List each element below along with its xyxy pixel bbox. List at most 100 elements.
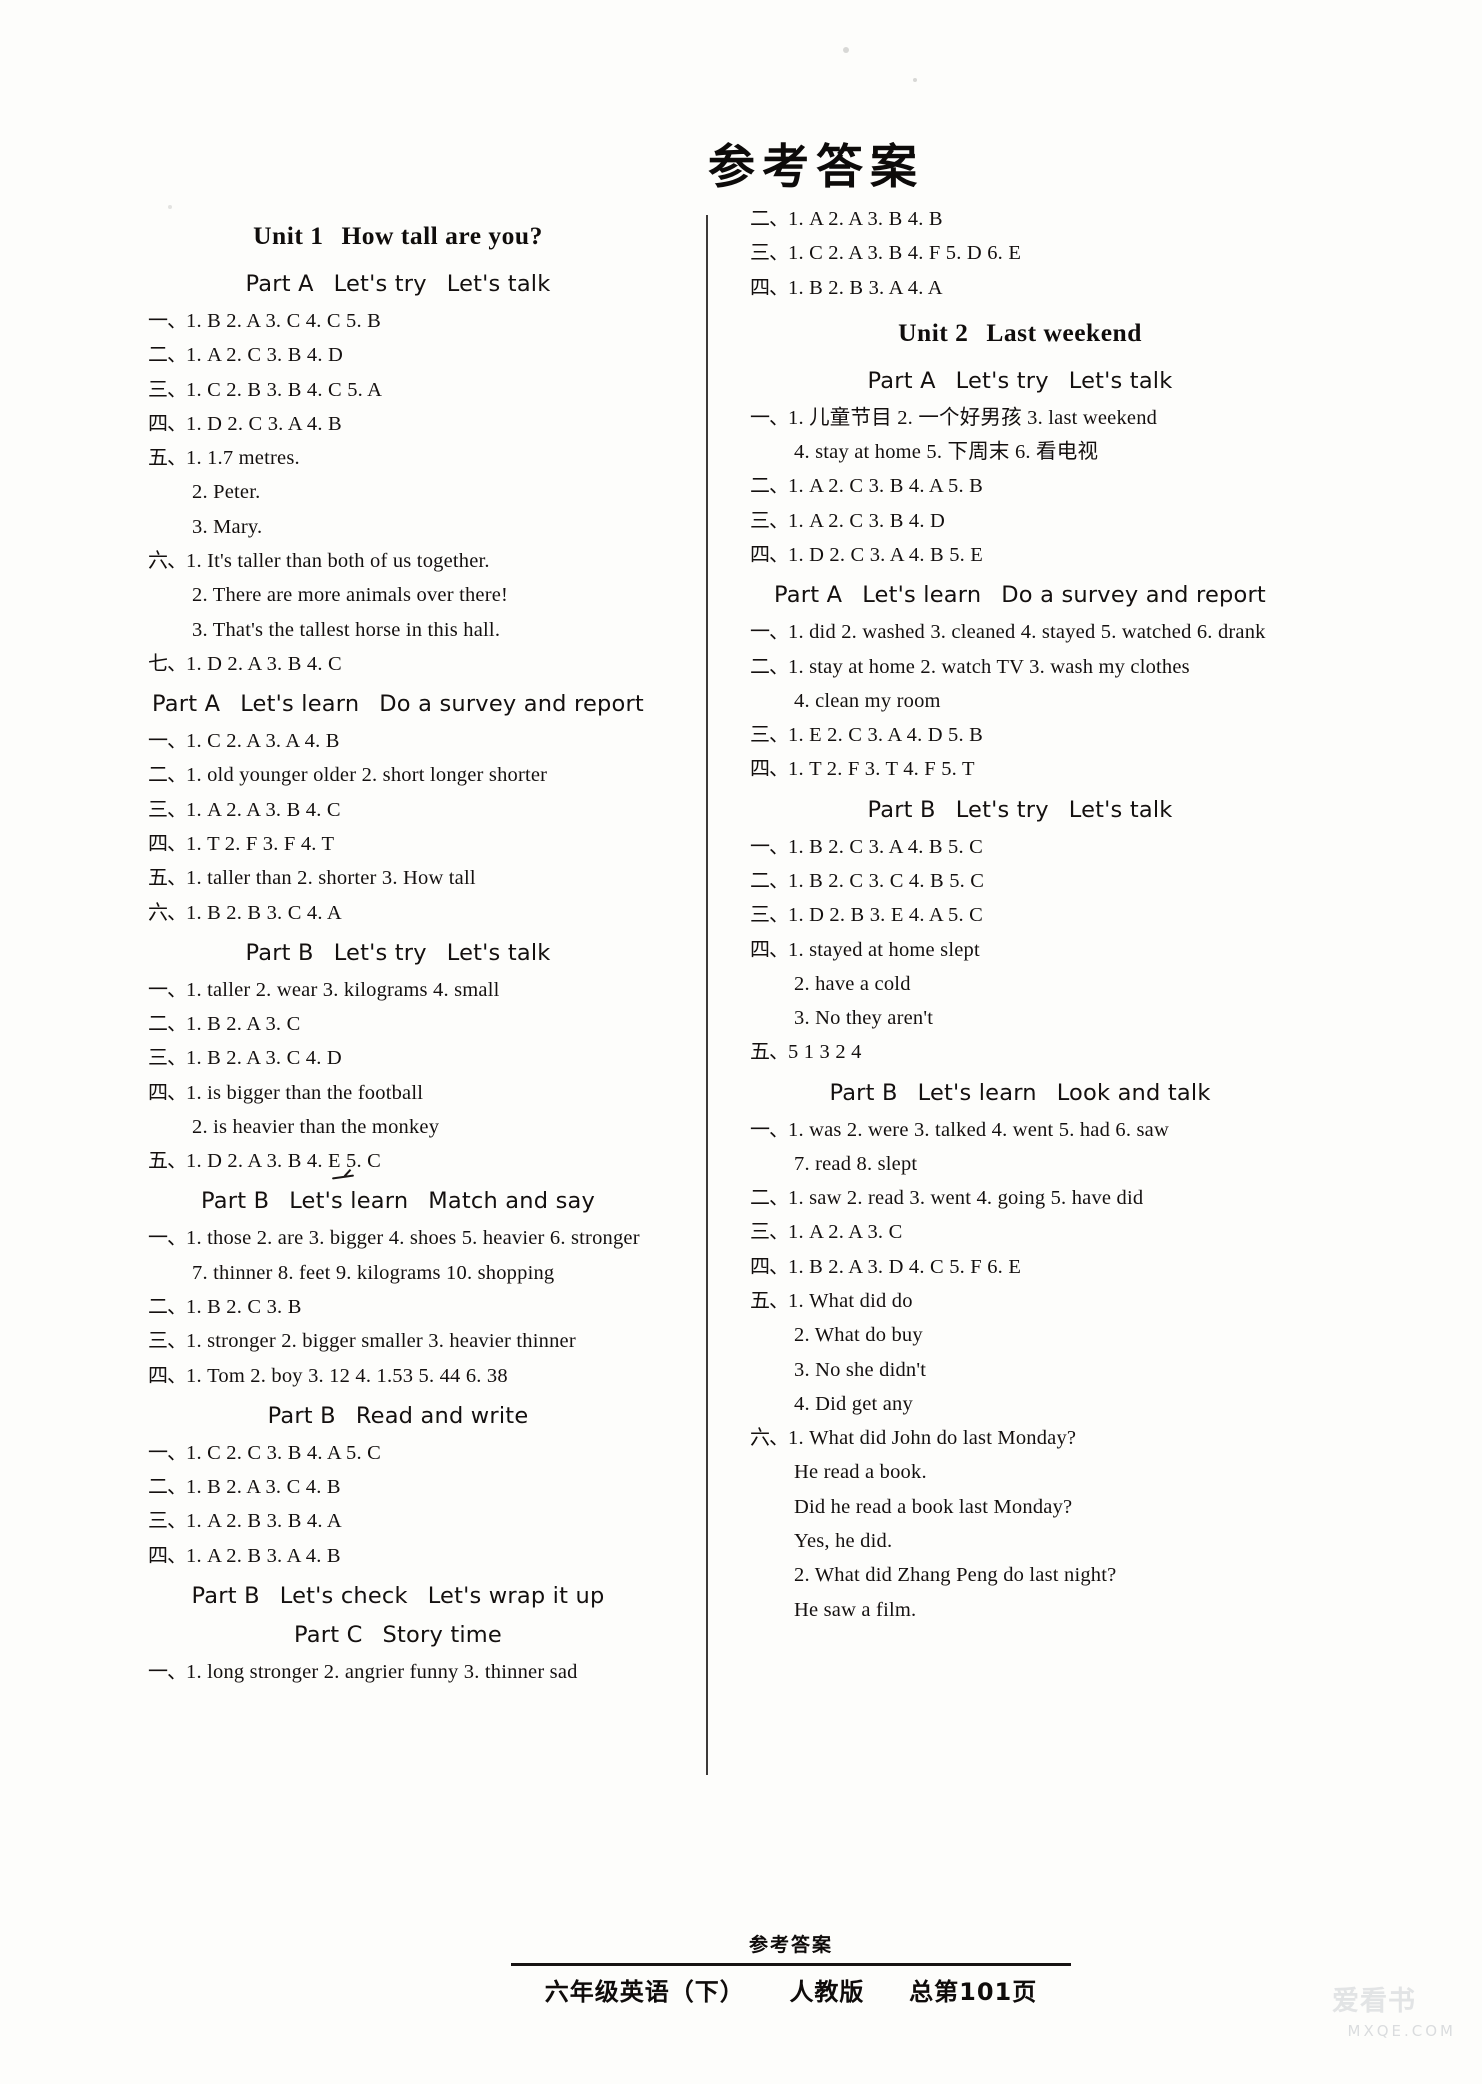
answer-marker: 五、	[750, 1288, 789, 1313]
answer-marker: 二、	[148, 762, 187, 787]
answer-line: 一、1. those 2. are 3. bigger 4. shoes 5. …	[148, 1224, 648, 1252]
answer-line: 六、1. B 2. B 3. C 4. A	[148, 899, 648, 927]
answer-marker: 四、	[750, 274, 789, 299]
part-heading: Part B Let's try Let's talk	[148, 940, 648, 966]
answer-marker: 六、	[148, 899, 187, 924]
answer-text: 2. What do buy	[794, 1324, 923, 1347]
answer-line: 4. clean my room	[750, 687, 1290, 715]
unit-heading: Unit 1 How tall are you?	[148, 221, 648, 251]
answer-text: 1. saw 2. read 3. went 4. going 5. have …	[788, 1187, 1144, 1210]
answer-text: 1. Tom 2. boy 3. 12 4. 1.53 5. 44 6. 38	[186, 1364, 508, 1387]
part-heading-segment: Let's talk	[1068, 367, 1173, 394]
answer-line: 五、1. taller than 2. shorter 3. How tall	[148, 864, 648, 892]
answer-line: 二、1. A 2. C 3. B 4. A 5. B	[750, 472, 1290, 500]
answer-text: 1. A 2. A 3. B 4. B	[788, 208, 943, 230]
answer-marker: 一、	[750, 619, 789, 644]
unit-number: Unit 1	[253, 221, 324, 250]
page-title: 参考答案	[708, 140, 924, 195]
answer-columns: Unit 1 How tall are you? Part A Let's try Le…	[148, 205, 1338, 1895]
watermark: 爱看书 MXQE.COM	[1332, 1988, 1456, 2050]
answer-text: 1. B 2. A 3. D 4. C 5. F 6. E	[788, 1255, 1022, 1278]
part-heading-segment: Story time	[382, 1622, 502, 1648]
answer-text: 1. B 2. B 3. C 4. A	[186, 901, 342, 924]
footer-page-number: 总第101页	[909, 1978, 1038, 2006]
part-heading-segment: Let's try	[333, 271, 427, 297]
answer-text: 1. T 2. F 3. F 4. T	[186, 832, 335, 855]
answer-text: 1. C 2. B 3. B 4. C 5. A	[186, 378, 383, 401]
answer-text: 1. A 2. C 3. B 4. D	[788, 509, 945, 532]
answer-line: 三、1. A 2. B 3. B 4. A	[148, 1507, 648, 1535]
part-heading: Part A Let's try Let's talk	[148, 271, 648, 297]
answer-marker: 二、	[750, 653, 789, 678]
answer-text: 1. was 2. were 3. talked 4. went 5. had …	[788, 1118, 1169, 1141]
answer-line: 二、1. A 2. A 3. B 4. B	[750, 205, 1290, 233]
part-heading-segment: Part B	[245, 939, 314, 966]
answer-marker: 二、	[750, 1185, 789, 1210]
answer-line: 一、1. taller 2. wear 3. kilograms 4. smal…	[148, 976, 648, 1004]
answer-text: 2. have a cold	[794, 972, 911, 995]
answer-text: 1. old younger older 2. short longer sho…	[186, 764, 548, 787]
answer-marker: 四、	[148, 1079, 187, 1104]
answer-marker: 五、	[750, 1039, 789, 1064]
answer-text: 7. thinner 8. feet 9. kilograms 10. shop…	[192, 1261, 555, 1284]
answer-text: 1. taller than 2. shorter 3. How tall	[186, 867, 476, 890]
answer-line: 三、1. E 2. C 3. A 4. D 5. B	[750, 721, 1290, 749]
answer-text: 1. is bigger than the football	[186, 1081, 424, 1104]
part-heading-segment: Part B	[191, 1583, 260, 1609]
answer-text: 1. C 2. A 3. B 4. F 5. D 6. E	[788, 242, 1022, 265]
answer-marker: 一、	[750, 1116, 789, 1141]
answer-line: 二、1. A 2. C 3. B 4. D	[148, 341, 648, 369]
answer-marker: 二、	[750, 206, 789, 230]
answer-text: 1. What did do	[788, 1290, 913, 1313]
answer-marker: 二、	[148, 1294, 187, 1319]
unit-heading: Unit 2 Last weekend	[750, 318, 1290, 348]
answer-line: 2. have a cold	[750, 970, 1290, 998]
answer-line: 3. No they aren't	[750, 1004, 1290, 1032]
part-heading-segment: Let's try	[955, 367, 1049, 394]
part-heading: Part B Let's try Let's talk	[750, 797, 1290, 823]
answer-text: 1. D 2. A 3. B 4. C	[186, 652, 342, 675]
answer-text: 1. B 2. A 3. C 4. C 5. B	[186, 310, 382, 332]
answer-marker: 四、	[148, 410, 187, 435]
answer-marker: 三、	[148, 1045, 187, 1070]
answer-text: 1. A 2. C 3. B 4. D	[186, 344, 343, 367]
answer-text: 1. C 2. C 3. B 4. A 5. C	[186, 1441, 382, 1464]
answer-line: 二、1. saw 2. read 3. went 4. going 5. hav…	[750, 1184, 1290, 1212]
right-column: 二、1. A 2. A 3. B 4. B 三、1. C 2. A 3. B 4.…	[750, 205, 1290, 1895]
answer-text: 2. Peter.	[192, 481, 261, 504]
answer-line: 一、1. B 2. C 3. A 4. B 5. C	[750, 833, 1290, 861]
answer-marker: 四、	[750, 1253, 789, 1278]
answer-line: 四、1. T 2. F 3. T 4. F 5. T	[750, 755, 1290, 783]
part-heading-segment: Part B	[829, 1079, 898, 1106]
scan-artifact-dot	[843, 47, 849, 53]
footer-title: 参考答案	[748, 1934, 833, 1956]
answer-marker: 三、	[750, 240, 789, 265]
part-heading: Part C Story time	[148, 1622, 648, 1648]
part-heading-segment: Part C	[294, 1622, 363, 1648]
answer-text: 1. D 2. B 3. E 4. A 5. C	[788, 904, 984, 927]
unit-name: How tall are you?	[341, 221, 543, 250]
answer-text: 1. A 2. B 3. B 4. A	[186, 1510, 342, 1533]
answer-marker: 三、	[148, 376, 187, 401]
part-heading-segment: Let's wrap it up	[427, 1583, 605, 1609]
answer-line: 一、1. B 2. A 3. C 4. C 5. B	[148, 307, 648, 335]
answer-text: 4. stay at home 5. 下周末 6. 看电视	[794, 441, 1099, 464]
answer-text: 1. did 2. washed 3. cleaned 4. stayed 5.…	[788, 621, 1266, 644]
answer-marker: 四、	[750, 541, 789, 566]
answer-text: 2. What did Zhang Peng do last night?	[794, 1564, 1117, 1587]
answer-line: 3. That's the tallest horse in this hall…	[148, 616, 648, 644]
answer-text: He read a book.	[794, 1461, 927, 1484]
footer-meta: 六年级英语（下） 人教版 总第101页	[511, 1972, 1071, 2007]
answer-text: 1. A 2. A 3. C	[788, 1221, 903, 1244]
part-heading: Part B Let's learn Look and talk	[750, 1080, 1290, 1106]
watermark-cn: 爱看书	[1332, 1986, 1416, 2017]
answer-marker: 一、	[148, 728, 187, 753]
part-heading-segment: Part B	[201, 1188, 270, 1215]
answer-line: 四、1. B 2. A 3. D 4. C 5. F 6. E	[750, 1253, 1290, 1281]
footer-grade: 六年级英语（下）	[544, 1978, 745, 2006]
answer-line: He read a book.	[750, 1458, 1290, 1486]
answer-text: 4. Did get any	[794, 1392, 913, 1415]
unit-number: Unit 2	[898, 317, 969, 347]
answer-line: 四、1. D 2. C 3. A 4. B 5. E	[750, 541, 1290, 569]
answer-line: 四、1. A 2. B 3. A 4. B	[148, 1542, 648, 1570]
